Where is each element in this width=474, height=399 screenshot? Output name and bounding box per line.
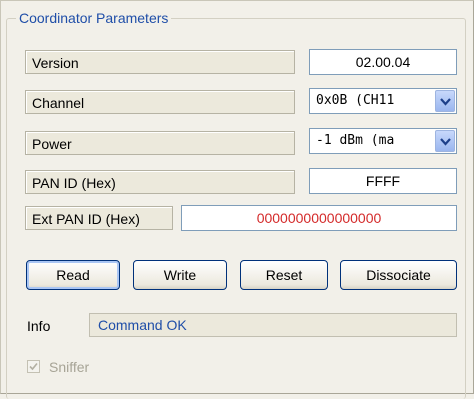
dissociate-button[interactable]: Dissociate xyxy=(340,260,457,290)
checkmark-icon xyxy=(29,362,38,371)
chevron-down-icon[interactable] xyxy=(435,90,455,112)
ext-pan-id-label: Ext PAN ID (Hex) xyxy=(25,206,173,230)
channel-label: Channel xyxy=(25,90,295,114)
group-title: Coordinator Parameters xyxy=(16,9,172,27)
read-button[interactable]: Read xyxy=(26,260,120,290)
power-select[interactable]: -1 dBm (ma xyxy=(309,128,457,154)
power-selected-value: -1 dBm (ma xyxy=(316,133,395,148)
write-button[interactable]: Write xyxy=(133,260,227,290)
channel-selected-value: 0x0B (CH11 xyxy=(316,93,395,108)
ext-pan-id-input[interactable]: 0000000000000000 xyxy=(181,205,457,231)
version-value: 02.00.04 xyxy=(309,49,457,75)
version-label: Version xyxy=(25,50,295,74)
info-status-field: Command OK xyxy=(89,313,457,337)
pan-id-label: PAN ID (Hex) xyxy=(25,170,295,194)
chevron-down-icon[interactable] xyxy=(435,130,455,152)
channel-select[interactable]: 0x0B (CH11 xyxy=(309,88,457,114)
info-label: Info xyxy=(27,318,51,334)
sniffer-label: Sniffer xyxy=(49,359,90,375)
checkbox-box[interactable] xyxy=(27,360,40,373)
power-label: Power xyxy=(25,131,295,155)
pan-id-input[interactable]: FFFF xyxy=(309,168,457,194)
reset-button[interactable]: Reset xyxy=(240,260,328,290)
